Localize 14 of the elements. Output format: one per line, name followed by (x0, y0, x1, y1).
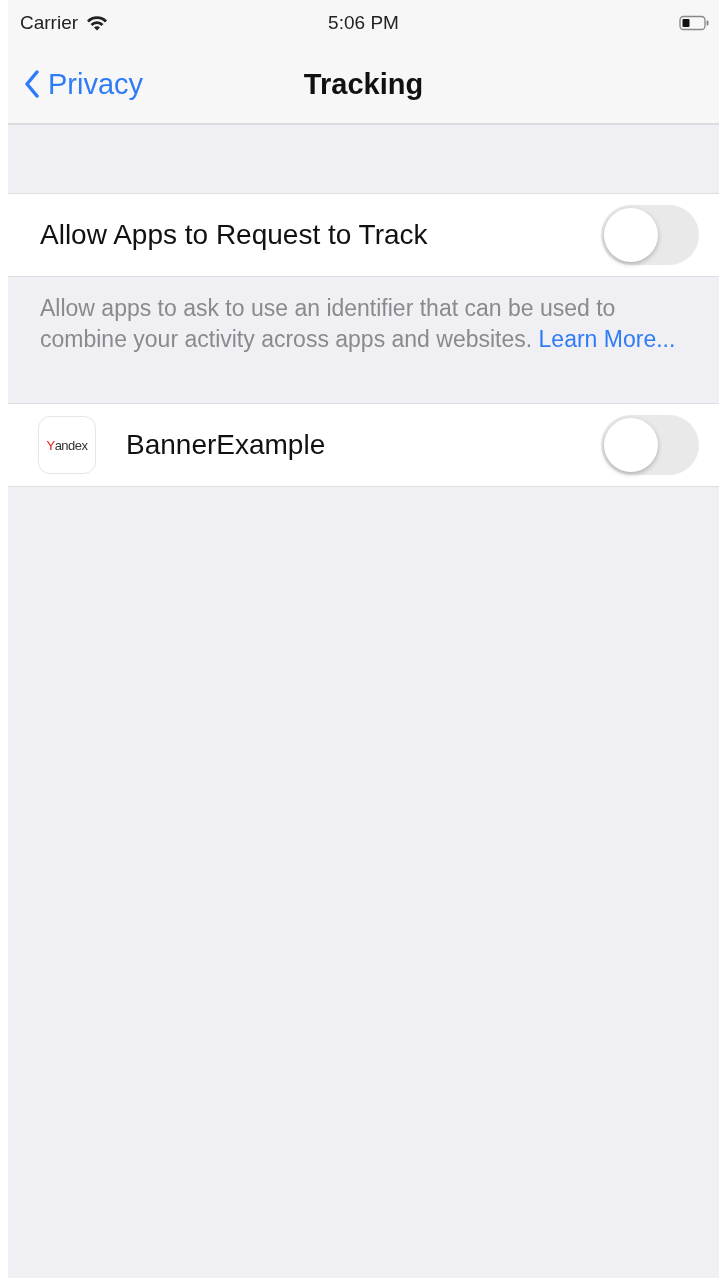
carrier-label: Carrier (20, 11, 79, 34)
chevron-left-icon (24, 70, 40, 98)
wifi-icon (86, 14, 109, 31)
setting-label: Allow Apps to Request to Track (40, 219, 429, 251)
back-button[interactable]: Privacy (8, 67, 144, 101)
battery-icon (679, 14, 709, 31)
status-time: 5:06 PM (328, 11, 399, 34)
learn-more-link[interactable]: Learn More... (538, 326, 676, 352)
toggle-switch[interactable] (601, 205, 699, 265)
app-name: BannerExample (126, 429, 327, 461)
page-title: Tracking (303, 67, 424, 101)
app-icon: Yandex (38, 416, 96, 474)
toggle-switch[interactable] (601, 415, 699, 475)
footer-text: Allow apps to ask to use an identifier that can be used to combine your activity across apps and websites. Learn More... (39, 294, 677, 354)
